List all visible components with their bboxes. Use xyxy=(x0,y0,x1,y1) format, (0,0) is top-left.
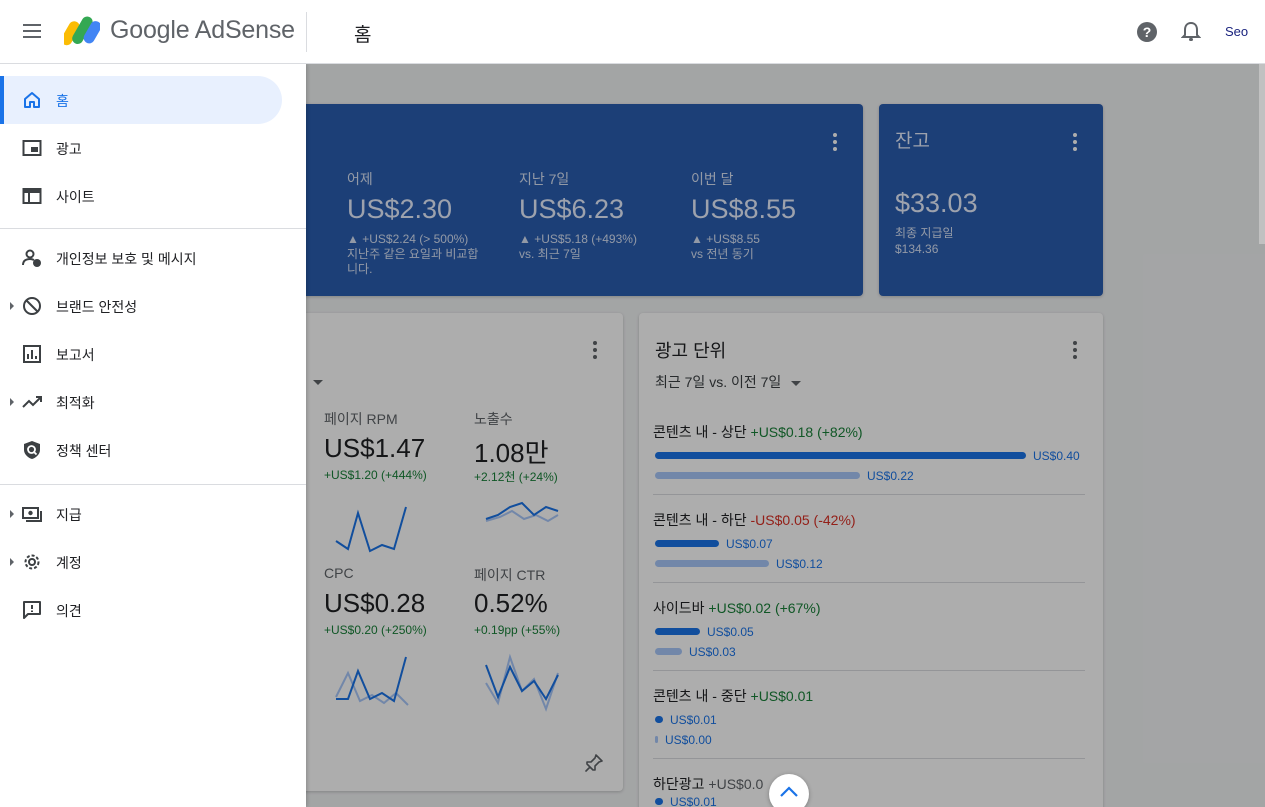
expand-arrow-icon[interactable] xyxy=(10,398,14,406)
sidebar-divider xyxy=(0,484,306,485)
expand-arrow-icon[interactable] xyxy=(10,510,14,518)
reports-icon xyxy=(23,345,41,363)
home-icon xyxy=(24,92,40,108)
sidebar-item-label: 광고 xyxy=(56,141,82,157)
sidebar-item-label: 브랜드 안전성 xyxy=(56,299,138,315)
sidebar-item-label: 보고서 xyxy=(56,347,95,363)
help-icon[interactable]: ? xyxy=(1136,21,1158,43)
scroll-to-top-button[interactable] xyxy=(769,774,809,807)
header-divider xyxy=(306,12,307,52)
menu-icon[interactable] xyxy=(20,20,46,44)
payments-icon xyxy=(22,507,42,522)
sidebar-item-label: 홈 xyxy=(56,93,69,109)
sidebar-divider xyxy=(0,228,306,229)
sidebar-item-home[interactable]: 홈 xyxy=(0,76,282,124)
account-avatar[interactable]: Seo xyxy=(1225,24,1248,39)
scrollbar-thumb[interactable] xyxy=(1259,64,1265,244)
sidebar-item-payments[interactable]: 지급 xyxy=(0,490,282,538)
sidebar-item-label: 지급 xyxy=(56,507,82,523)
trending-up-icon xyxy=(22,396,42,408)
brand-name: Google AdSense xyxy=(110,16,295,44)
sidebar-item-label: 정책 센터 xyxy=(56,443,112,459)
page-title: 홈 xyxy=(354,25,372,46)
sidebar-item-label: 최적화 xyxy=(56,395,95,411)
sites-icon xyxy=(22,188,42,204)
sidebar-item-ads[interactable]: 광고 xyxy=(0,124,282,172)
sidebar-item-feedback[interactable]: 의견 xyxy=(0,586,282,634)
svg-text:?: ? xyxy=(1143,24,1152,40)
chevron-up-icon xyxy=(780,786,798,797)
sidebar-item-privacy[interactable]: 개인정보 보호 및 메시지 xyxy=(0,234,282,282)
adsense-logo-icon xyxy=(64,16,100,46)
sidebar-item-optimization[interactable]: 최적화 xyxy=(0,378,282,426)
sidebar-item-policy-center[interactable]: 정책 센터 xyxy=(0,426,282,474)
sidebar-item-label: 개인정보 보호 및 메시지 xyxy=(56,251,197,267)
expand-arrow-icon[interactable] xyxy=(10,558,14,566)
sidebar-item-account[interactable]: 계정 xyxy=(0,538,282,586)
block-icon xyxy=(23,297,41,315)
sidebar-item-label: 의견 xyxy=(56,603,82,619)
sidebar-nav: 홈 광고 사이트 개인정보 보호 및 메시지 브랜드 안전성 보고서 최적화 정… xyxy=(0,64,306,807)
settings-icon xyxy=(24,554,40,570)
sidebar-item-sites[interactable]: 사이트 xyxy=(0,172,282,220)
ads-icon xyxy=(22,140,42,156)
sidebar-item-reports[interactable]: 보고서 xyxy=(0,330,282,378)
sidebar-item-brand-safety[interactable]: 브랜드 안전성 xyxy=(0,282,282,330)
feedback-icon xyxy=(23,601,41,619)
notifications-icon[interactable] xyxy=(1181,21,1201,43)
privacy-icon xyxy=(22,249,41,267)
expand-arrow-icon[interactable] xyxy=(10,302,14,310)
sidebar-item-label: 계정 xyxy=(56,555,82,571)
app-header: Google AdSense 홈 ? Seo xyxy=(0,0,1265,64)
sidebar-item-label: 사이트 xyxy=(56,189,95,205)
policy-icon xyxy=(24,441,40,459)
